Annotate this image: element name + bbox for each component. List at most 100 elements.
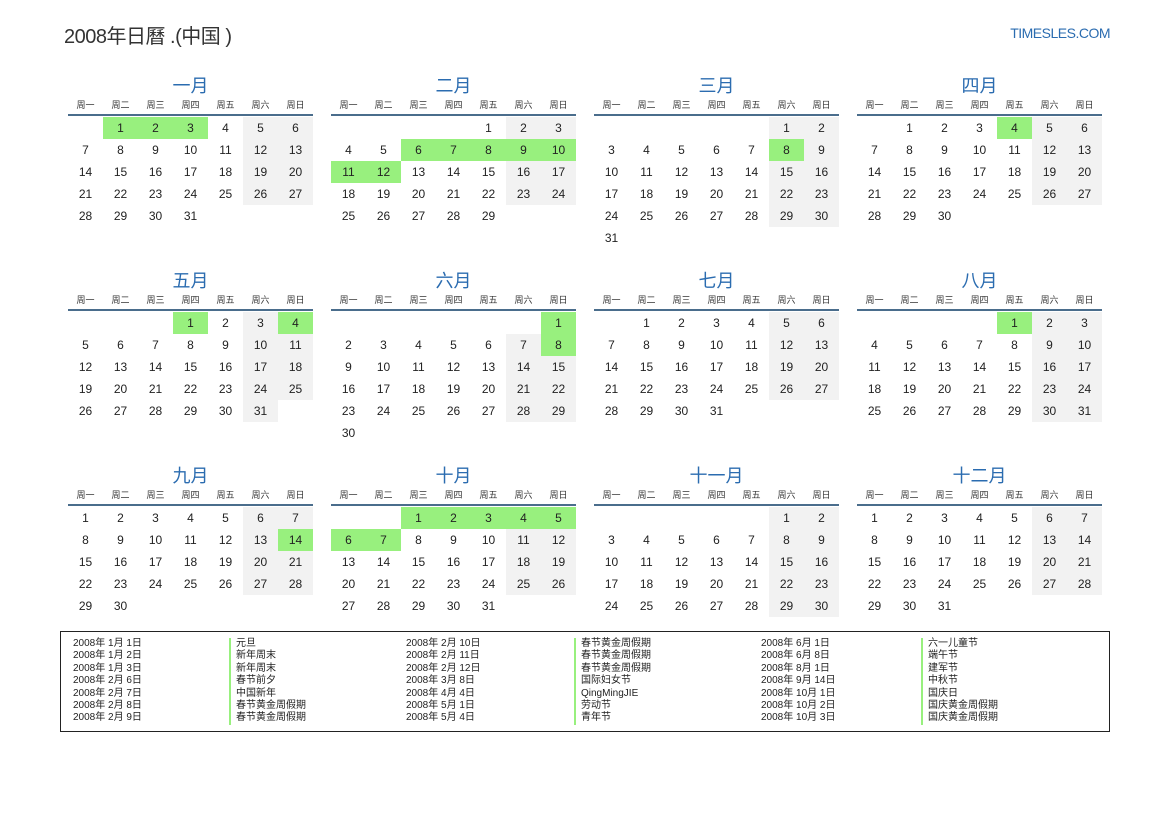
- day-cell[interactable]: 28: [278, 573, 313, 595]
- day-cell[interactable]: 1: [769, 507, 804, 529]
- day-cell[interactable]: 18: [331, 183, 366, 205]
- day-cell[interactable]: 17: [173, 161, 208, 183]
- day-cell[interactable]: 20: [278, 161, 313, 183]
- day-cell[interactable]: 1: [401, 507, 436, 529]
- day-cell[interactable]: 10: [541, 139, 576, 161]
- day-cell[interactable]: 20: [243, 551, 278, 573]
- day-cell[interactable]: 15: [769, 551, 804, 573]
- day-cell[interactable]: 30: [892, 595, 927, 617]
- day-cell[interactable]: 9: [506, 139, 541, 161]
- day-cell[interactable]: 17: [1067, 356, 1102, 378]
- day-cell[interactable]: 2: [436, 507, 471, 529]
- day-cell[interactable]: 30: [804, 595, 839, 617]
- day-cell[interactable]: 3: [471, 507, 506, 529]
- day-cell[interactable]: 30: [208, 400, 243, 422]
- day-cell[interactable]: 12: [541, 529, 576, 551]
- day-cell[interactable]: 8: [769, 529, 804, 551]
- day-cell[interactable]: 14: [734, 161, 769, 183]
- day-cell[interactable]: 3: [927, 507, 962, 529]
- day-cell[interactable]: 25: [401, 400, 436, 422]
- day-cell[interactable]: 11: [629, 551, 664, 573]
- day-cell[interactable]: 27: [927, 400, 962, 422]
- day-cell[interactable]: 4: [401, 334, 436, 356]
- day-cell[interactable]: 10: [962, 139, 997, 161]
- day-cell[interactable]: 25: [734, 378, 769, 400]
- day-cell[interactable]: 30: [804, 205, 839, 227]
- day-cell[interactable]: 3: [594, 139, 629, 161]
- day-cell[interactable]: 20: [1067, 161, 1102, 183]
- day-cell[interactable]: 12: [664, 551, 699, 573]
- day-cell[interactable]: 5: [541, 507, 576, 529]
- day-cell[interactable]: 28: [366, 595, 401, 617]
- day-cell[interactable]: 10: [138, 529, 173, 551]
- day-cell[interactable]: 22: [471, 183, 506, 205]
- day-cell[interactable]: 5: [436, 334, 471, 356]
- day-cell[interactable]: 23: [138, 183, 173, 205]
- day-cell[interactable]: 20: [699, 183, 734, 205]
- day-cell[interactable]: 22: [769, 183, 804, 205]
- day-cell[interactable]: 5: [243, 117, 278, 139]
- day-cell[interactable]: 20: [699, 573, 734, 595]
- day-cell[interactable]: 27: [243, 573, 278, 595]
- day-cell[interactable]: 12: [892, 356, 927, 378]
- day-cell[interactable]: 6: [243, 507, 278, 529]
- day-cell[interactable]: 17: [594, 183, 629, 205]
- day-cell[interactable]: 9: [208, 334, 243, 356]
- day-cell[interactable]: 16: [103, 551, 138, 573]
- day-cell[interactable]: 12: [664, 161, 699, 183]
- day-cell[interactable]: 26: [664, 205, 699, 227]
- day-cell[interactable]: 9: [1032, 334, 1067, 356]
- day-cell[interactable]: 21: [734, 183, 769, 205]
- day-cell[interactable]: 8: [857, 529, 892, 551]
- day-cell[interactable]: 18: [208, 161, 243, 183]
- day-cell[interactable]: 21: [857, 183, 892, 205]
- day-cell[interactable]: 24: [471, 573, 506, 595]
- day-cell[interactable]: 1: [541, 312, 576, 334]
- day-cell[interactable]: 19: [541, 551, 576, 573]
- day-cell[interactable]: 8: [68, 529, 103, 551]
- day-cell[interactable]: 8: [103, 139, 138, 161]
- day-cell[interactable]: 20: [103, 378, 138, 400]
- day-cell[interactable]: 5: [366, 139, 401, 161]
- day-cell[interactable]: 12: [243, 139, 278, 161]
- day-cell[interactable]: 2: [208, 312, 243, 334]
- day-cell[interactable]: 7: [278, 507, 313, 529]
- day-cell[interactable]: 22: [173, 378, 208, 400]
- day-cell[interactable]: 24: [594, 595, 629, 617]
- day-cell[interactable]: 9: [331, 356, 366, 378]
- day-cell[interactable]: 29: [173, 400, 208, 422]
- day-cell[interactable]: 29: [401, 595, 436, 617]
- day-cell[interactable]: 1: [892, 117, 927, 139]
- day-cell[interactable]: 21: [138, 378, 173, 400]
- day-cell[interactable]: 16: [804, 161, 839, 183]
- day-cell[interactable]: 10: [471, 529, 506, 551]
- day-cell[interactable]: 6: [471, 334, 506, 356]
- day-cell[interactable]: 9: [664, 334, 699, 356]
- day-cell[interactable]: 8: [769, 139, 804, 161]
- day-cell[interactable]: 10: [366, 356, 401, 378]
- day-cell[interactable]: 14: [734, 551, 769, 573]
- day-cell[interactable]: 9: [138, 139, 173, 161]
- day-cell[interactable]: 28: [1067, 573, 1102, 595]
- day-cell[interactable]: 30: [331, 422, 366, 444]
- day-cell[interactable]: 26: [68, 400, 103, 422]
- day-cell[interactable]: 24: [541, 183, 576, 205]
- day-cell[interactable]: 23: [103, 573, 138, 595]
- day-cell[interactable]: 3: [138, 507, 173, 529]
- day-cell[interactable]: 21: [594, 378, 629, 400]
- day-cell[interactable]: 9: [804, 529, 839, 551]
- day-cell[interactable]: 12: [208, 529, 243, 551]
- day-cell[interactable]: 17: [471, 551, 506, 573]
- day-cell[interactable]: 23: [927, 183, 962, 205]
- day-cell[interactable]: 25: [629, 205, 664, 227]
- day-cell[interactable]: 18: [734, 356, 769, 378]
- day-cell[interactable]: 21: [278, 551, 313, 573]
- day-cell[interactable]: 1: [857, 507, 892, 529]
- day-cell[interactable]: 17: [927, 551, 962, 573]
- day-cell[interactable]: 13: [471, 356, 506, 378]
- day-cell[interactable]: 1: [471, 117, 506, 139]
- day-cell[interactable]: 12: [997, 529, 1032, 551]
- day-cell[interactable]: 16: [804, 551, 839, 573]
- day-cell[interactable]: 29: [997, 400, 1032, 422]
- day-cell[interactable]: 31: [699, 400, 734, 422]
